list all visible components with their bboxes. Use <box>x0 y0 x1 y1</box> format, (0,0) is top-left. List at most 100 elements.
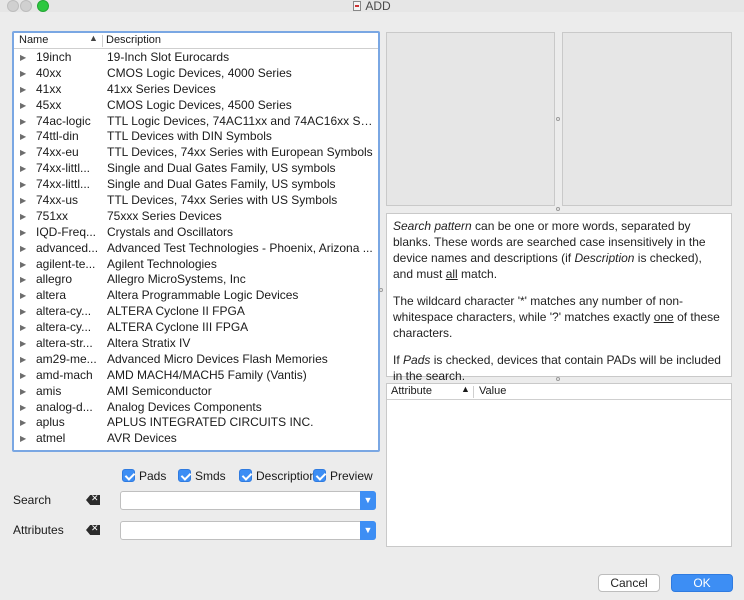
clear-attributes-icon[interactable]: ✕ <box>86 525 100 535</box>
table-row[interactable]: ▶ amis AMI Semiconductor <box>14 384 378 400</box>
device-name: altera-cy... <box>36 320 92 335</box>
table-row[interactable]: ▶ am29-me... Advanced Micro Devices Flash … <box>14 352 378 368</box>
table-row[interactable]: ▶ IQD-Freq... Crystals and Oscillators <box>14 225 378 241</box>
clear-search-icon[interactable]: ✕ <box>86 495 100 505</box>
attribute-table-header: Attribute ▲ Value <box>387 384 731 400</box>
table-row[interactable]: ▶ altera-str... Altera Stratix IV <box>14 336 378 352</box>
table-row[interactable]: ▶ analog-d... Analog Devices Components <box>14 400 378 416</box>
expand-triangle-icon[interactable]: ▶ <box>20 368 26 384</box>
device-name: 74xx-us <box>36 193 79 208</box>
expand-triangle-icon[interactable]: ▶ <box>20 304 26 320</box>
table-row[interactable]: ▶ 19inch 19-Inch Slot Eurocards <box>14 50 378 66</box>
device-name: 74ac-logic <box>36 113 91 128</box>
column-separator <box>102 35 103 47</box>
expand-triangle-icon[interactable]: ▶ <box>20 193 26 209</box>
smds-checkbox[interactable]: Smds <box>178 469 226 483</box>
expand-triangle-icon[interactable]: ▶ <box>20 415 26 431</box>
table-row[interactable]: ▶ altera Altera Programmable Logic Devices <box>14 288 378 304</box>
table-row[interactable]: ▶ altera-cy... ALTERA Cyclone III FPGA <box>14 320 378 336</box>
chevron-down-icon[interactable]: ▼ <box>360 491 376 510</box>
table-row[interactable]: ▶ 74xx-littl... Single and Dual Gates Fami… <box>14 161 378 177</box>
preview-splitter-handle[interactable] <box>556 117 560 121</box>
checkbox-checked-icon <box>122 469 135 482</box>
expand-triangle-icon[interactable]: ▶ <box>20 98 26 114</box>
expand-triangle-icon[interactable]: ▶ <box>20 225 26 241</box>
device-description: 75xxx Series Devices <box>107 208 222 223</box>
expand-triangle-icon[interactable]: ▶ <box>20 161 26 177</box>
attribute-table[interactable]: Attribute ▲ Value <box>386 383 732 547</box>
device-name: 45xx <box>36 97 62 112</box>
expand-triangle-icon[interactable]: ▶ <box>20 145 26 161</box>
help-em: Pads <box>403 353 431 367</box>
device-name: 40xx <box>36 65 62 80</box>
table-row[interactable]: ▶ 74ttl-din TTL Devices with DIN Symbols <box>14 129 378 145</box>
device-library-list[interactable]: Name ▲ Description ▶ 19inch 19-Inch Slot E… <box>12 31 380 452</box>
expand-triangle-icon[interactable]: ▶ <box>20 320 26 336</box>
preview-label: Preview <box>330 469 373 483</box>
vertical-splitter-handle[interactable] <box>379 288 383 292</box>
table-row[interactable]: ▶ altera-cy... ALTERA Cyclone II FPGA <box>14 304 378 320</box>
table-row[interactable]: ▶ 45xx CMOS Logic Devices, 4500 Series <box>14 98 378 114</box>
table-row[interactable]: ▶ 40xx CMOS Logic Devices, 4000 Series <box>14 66 378 82</box>
table-row[interactable]: ▶ 751xx 75xxx Series Devices <box>14 209 378 225</box>
cancel-button[interactable]: Cancel <box>598 574 660 592</box>
expand-triangle-icon[interactable]: ▶ <box>20 272 26 288</box>
table-row[interactable]: ▶ atmel AVR Devices <box>14 431 378 447</box>
expand-triangle-icon[interactable]: ▶ <box>20 288 26 304</box>
device-name: 74xx-eu <box>36 145 79 160</box>
document-icon <box>353 1 362 11</box>
pads-checkbox[interactable]: Pads <box>122 469 166 483</box>
expand-triangle-icon[interactable]: ▶ <box>20 114 26 130</box>
table-row[interactable]: ▶ amd-mach AMD MACH4/MACH5 Family (Vantis) <box>14 368 378 384</box>
table-row[interactable]: ▶ 74xx-littl... Single and Dual Gates Fami… <box>14 177 378 193</box>
help-underline: all <box>445 267 458 281</box>
table-row[interactable]: ▶ 74ac-logic TTL Logic Devices, 74AC11xx a… <box>14 114 378 130</box>
expand-triangle-icon[interactable]: ▶ <box>20 257 26 273</box>
sort-ascending-icon: ▲ <box>461 384 470 394</box>
preview-help-splitter-handle[interactable] <box>556 207 560 211</box>
table-row[interactable]: ▶ 74xx-us TTL Devices, 74xx Series with US… <box>14 193 378 209</box>
column-header-value[interactable]: Value <box>479 385 506 397</box>
expand-triangle-icon[interactable]: ▶ <box>20 431 26 447</box>
expand-triangle-icon[interactable]: ▶ <box>20 209 26 225</box>
device-description: Single and Dual Gates Family, US symbols <box>107 161 336 176</box>
device-description: ALTERA Cyclone III FPGA <box>107 320 249 335</box>
device-description: CMOS Logic Devices, 4500 Series <box>107 97 292 112</box>
expand-triangle-icon[interactable]: ▶ <box>20 384 26 400</box>
help-text: match. <box>457 267 498 281</box>
expand-triangle-icon[interactable]: ▶ <box>20 82 26 98</box>
expand-triangle-icon[interactable]: ▶ <box>20 352 26 368</box>
preview-checkbox[interactable]: Preview <box>313 469 373 483</box>
table-row[interactable]: ▶ aplus APLUS INTEGRATED CIRCUITS INC. <box>14 415 378 431</box>
device-description: 41xx Series Devices <box>107 81 216 96</box>
device-description: AMI Semiconductor <box>107 383 212 398</box>
column-header-attribute[interactable]: Attribute <box>391 385 432 397</box>
device-description: Crystals and Oscillators <box>107 224 234 239</box>
attributes-label: Attributes <box>13 523 64 537</box>
description-checkbox[interactable]: Description <box>239 469 315 483</box>
help-text: is checked, devices that contain PADs wi… <box>393 353 721 383</box>
table-row[interactable]: ▶ allegro Allegro MicroSystems, Inc <box>14 272 378 288</box>
expand-triangle-icon[interactable]: ▶ <box>20 177 26 193</box>
column-header-description[interactable]: Description <box>106 34 161 46</box>
device-name: 74xx-littl... <box>36 177 91 192</box>
search-combobox[interactable]: ▼ <box>120 491 376 510</box>
table-row[interactable]: ▶ advanced... Advanced Test Technologies -… <box>14 241 378 257</box>
chevron-down-icon[interactable]: ▼ <box>360 521 376 540</box>
expand-triangle-icon[interactable]: ▶ <box>20 336 26 352</box>
expand-triangle-icon[interactable]: ▶ <box>20 241 26 257</box>
attributes-combobox[interactable]: ▼ <box>120 521 376 540</box>
table-row[interactable]: ▶ agilent-te... Agilent Technologies <box>14 257 378 273</box>
expand-triangle-icon[interactable]: ▶ <box>20 66 26 82</box>
expand-triangle-icon[interactable]: ▶ <box>20 400 26 416</box>
table-row[interactable]: ▶ 41xx 41xx Series Devices <box>14 82 378 98</box>
search-label: Search <box>13 493 52 507</box>
device-description: Altera Stratix IV <box>107 336 191 351</box>
expand-triangle-icon[interactable]: ▶ <box>20 50 26 66</box>
device-description: Advanced Micro Devices Flash Memories <box>107 351 328 366</box>
device-name: 74ttl-din <box>36 129 79 144</box>
column-header-name[interactable]: Name <box>19 34 48 46</box>
expand-triangle-icon[interactable]: ▶ <box>20 129 26 145</box>
ok-button[interactable]: OK <box>671 574 733 592</box>
table-row[interactable]: ▶ 74xx-eu TTL Devices, 74xx Series with Eu… <box>14 145 378 161</box>
